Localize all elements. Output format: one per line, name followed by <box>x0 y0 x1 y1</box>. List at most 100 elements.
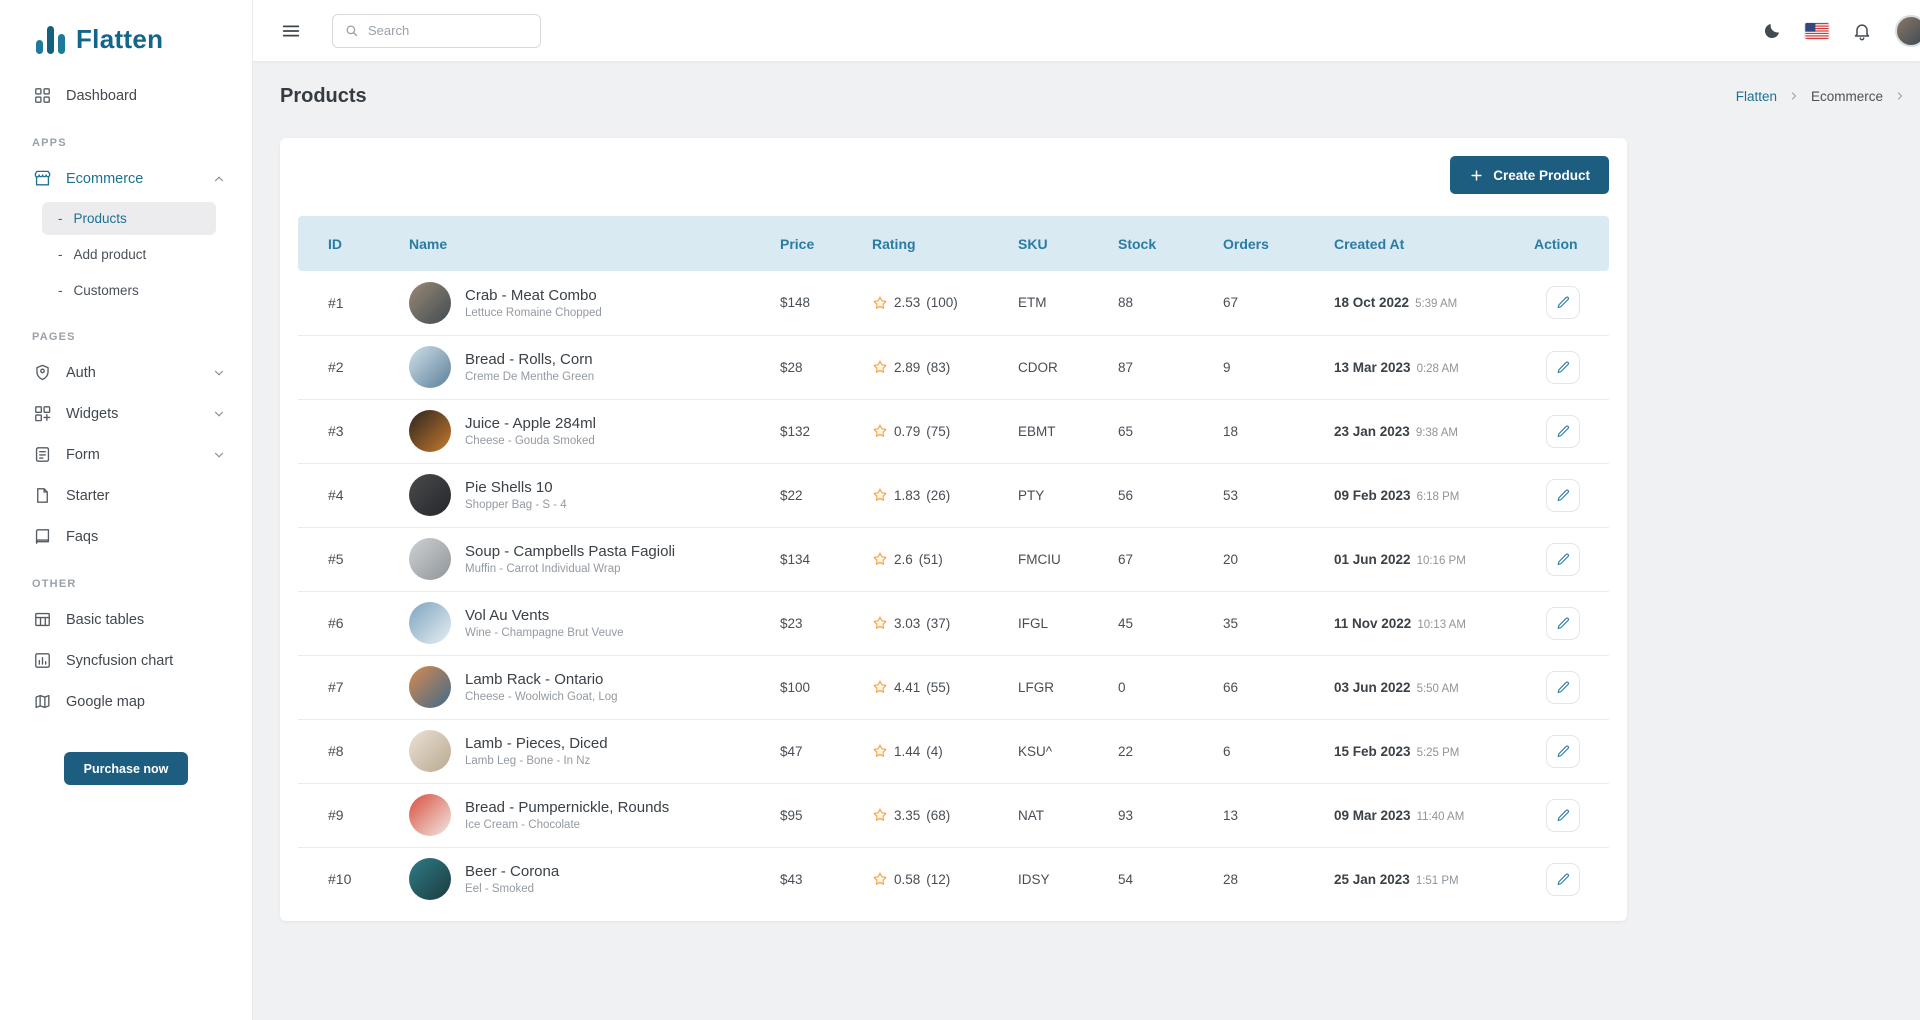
sidebar-item-label: Ecommerce <box>66 171 143 187</box>
language-flag-icon[interactable] <box>1805 23 1829 39</box>
chevron-right-icon <box>1788 90 1800 102</box>
sidebar: Flatten Dashboard APPS Ecommerce Product… <box>0 0 253 1020</box>
file-icon <box>32 486 52 506</box>
product-price: $100 <box>752 655 844 719</box>
notifications-bell-icon[interactable] <box>1852 21 1872 41</box>
sidebar-item-customers[interactable]: Customers <box>42 274 216 307</box>
star-icon <box>872 615 888 631</box>
table-row: #6 Vol Au Vents Wine - Champagne Brut Ve… <box>298 591 1609 655</box>
sidebar-item-label: Syncfusion chart <box>66 653 173 669</box>
sidebar-item-google-map[interactable]: Google map <box>0 681 252 722</box>
sidebar-item-products[interactable]: Products <box>42 202 216 235</box>
brand-logo-icon <box>36 26 65 54</box>
rating-value: 0.79 <box>894 424 920 439</box>
sidebar-item-syncfusion-chart[interactable]: Syncfusion chart <box>0 640 252 681</box>
sidebar-item-ecommerce[interactable]: Ecommerce <box>0 158 252 199</box>
edit-button[interactable] <box>1546 543 1580 576</box>
edit-button[interactable] <box>1546 863 1580 896</box>
purchase-now-button[interactable]: Purchase now <box>64 752 188 785</box>
product-name: Juice - Apple 284ml <box>465 415 596 432</box>
product-thumbnail <box>409 730 451 772</box>
menu-toggle-icon[interactable] <box>280 20 302 42</box>
create-product-button[interactable]: Create Product <box>1450 156 1609 194</box>
product-name-cell: Pie Shells 10 Shopper Bag - S - 4 <box>409 474 752 516</box>
rating-count: (55) <box>926 680 950 695</box>
created-time: 0:28 AM <box>1417 363 1459 375</box>
product-subtitle: Ice Cream - Chocolate <box>465 819 669 831</box>
product-stock: 88 <box>1090 271 1195 335</box>
pencil-icon <box>1556 295 1571 310</box>
product-thumbnail <box>409 282 451 324</box>
topbar-actions <box>1762 15 1900 47</box>
edit-button[interactable] <box>1546 607 1580 640</box>
product-orders: 20 <box>1195 527 1306 591</box>
search-box[interactable] <box>332 14 541 48</box>
product-name-cell: Lamb Rack - Ontario Cheese - Woolwich Go… <box>409 666 752 708</box>
star-icon <box>872 679 888 695</box>
edit-button[interactable] <box>1546 671 1580 704</box>
edit-button[interactable] <box>1546 415 1580 448</box>
product-sku: FMCIU <box>990 527 1090 591</box>
sidebar-item-form[interactable]: Form <box>0 434 252 475</box>
product-price: $148 <box>752 271 844 335</box>
dark-mode-icon[interactable] <box>1762 21 1782 41</box>
rating-count: (26) <box>926 488 950 503</box>
product-stock: 93 <box>1090 783 1195 847</box>
product-orders: 9 <box>1195 335 1306 399</box>
rating-count: (100) <box>926 295 958 310</box>
product-thumbnail <box>409 794 451 836</box>
edit-button[interactable] <box>1546 735 1580 768</box>
product-subtitle: Shopper Bag - S - 4 <box>465 499 567 511</box>
sidebar-section-pages: PAGES <box>0 310 252 352</box>
star-icon <box>872 551 888 567</box>
product-price: $47 <box>752 719 844 783</box>
breadcrumb-home-link[interactable]: Flatten <box>1736 89 1777 104</box>
product-stock: 22 <box>1090 719 1195 783</box>
col-header-action: Action <box>1506 216 1609 271</box>
product-name: Beer - Corona <box>465 863 559 880</box>
created-time: 5:50 AM <box>1417 683 1459 695</box>
created-time: 1:51 PM <box>1416 875 1459 887</box>
pencil-icon <box>1556 808 1571 823</box>
chart-icon <box>32 651 52 671</box>
sidebar-item-faqs[interactable]: Faqs <box>0 516 252 557</box>
product-orders: 35 <box>1195 591 1306 655</box>
sidebar-item-starter[interactable]: Starter <box>0 475 252 516</box>
sidebar-item-label: Basic tables <box>66 612 144 628</box>
sidebar-item-basic-tables[interactable]: Basic tables <box>0 599 252 640</box>
search-input[interactable] <box>368 23 529 38</box>
product-subtitle: Wine - Champagne Brut Veuve <box>465 627 624 639</box>
product-id: #1 <box>298 271 381 335</box>
created-time: 9:38 AM <box>1416 427 1458 439</box>
product-subtitle: Creme De Menthe Green <box>465 371 594 383</box>
product-orders: 13 <box>1195 783 1306 847</box>
user-avatar[interactable] <box>1895 15 1920 47</box>
sidebar-item-auth[interactable]: Auth <box>0 352 252 393</box>
created-time: 11:40 AM <box>1417 811 1465 823</box>
brand-logo[interactable]: Flatten <box>0 16 252 75</box>
star-icon <box>872 359 888 375</box>
product-sku: IFGL <box>990 591 1090 655</box>
edit-button[interactable] <box>1546 479 1580 512</box>
product-subtitle: Cheese - Gouda Smoked <box>465 435 596 447</box>
edit-button[interactable] <box>1546 351 1580 384</box>
product-stock: 45 <box>1090 591 1195 655</box>
edit-button[interactable] <box>1546 286 1580 319</box>
product-price: $23 <box>752 591 844 655</box>
sidebar-item-add-product[interactable]: Add product <box>42 238 216 271</box>
sidebar-item-label: Auth <box>66 365 96 381</box>
product-orders: 28 <box>1195 847 1306 911</box>
product-name-cell: Lamb - Pieces, Diced Lamb Leg - Bone - I… <box>409 730 752 772</box>
rating-count: (75) <box>926 424 950 439</box>
col-header-name: Name <box>381 216 752 271</box>
product-id: #3 <box>298 399 381 463</box>
sidebar-item-label: Widgets <box>66 406 118 422</box>
main-area: Products Flatten Ecommerce Create Produc… <box>253 0 1920 1020</box>
pencil-icon <box>1556 744 1571 759</box>
product-name: Lamb Rack - Ontario <box>465 671 618 688</box>
edit-button[interactable] <box>1546 799 1580 832</box>
table-row: #1 Crab - Meat Combo Lettuce Romaine Cho… <box>298 271 1609 335</box>
sidebar-item-dashboard[interactable]: Dashboard <box>0 75 252 116</box>
product-thumbnail <box>409 538 451 580</box>
sidebar-item-widgets[interactable]: Widgets <box>0 393 252 434</box>
